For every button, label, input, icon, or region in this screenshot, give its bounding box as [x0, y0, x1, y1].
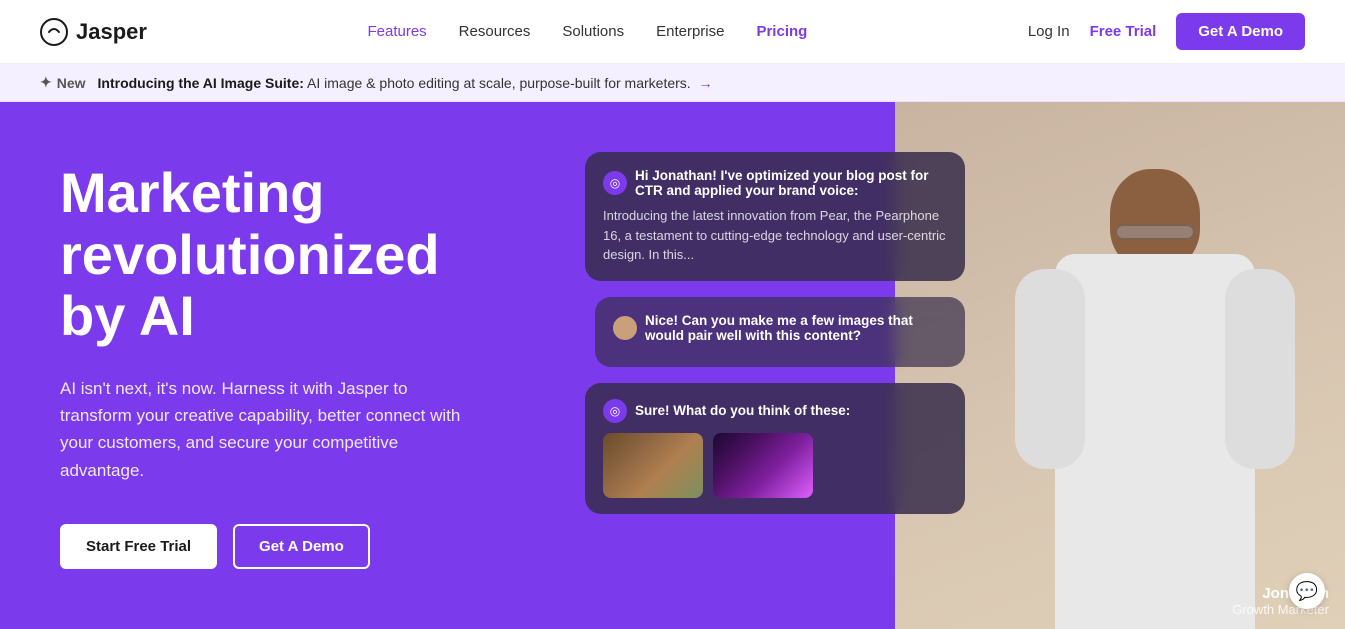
hero-subtitle: AI isn't next, it's now. Harness it with… [60, 375, 480, 484]
chat-bubble-1-title: Hi Jonathan! I've optimized your blog po… [635, 168, 947, 198]
chat-image-city [713, 433, 813, 498]
person-arm-right [1225, 269, 1295, 469]
navbar: Jasper Features Resources Solutions Ente… [0, 0, 1345, 64]
logo-text: Jasper [76, 19, 147, 45]
logo[interactable]: Jasper [40, 18, 147, 46]
hero-buttons: Start Free Trial Get A Demo [60, 524, 480, 569]
announcement-arrow: → [699, 75, 713, 91]
hero-section: Marketing revolutionized by AI AI isn't … [0, 102, 1345, 629]
hero-content: Marketing revolutionized by AI AI isn't … [0, 102, 540, 629]
hero-title: Marketing revolutionized by AI [60, 162, 480, 347]
jasper-ai-icon-2: ◎ [603, 399, 627, 423]
announcement-bar[interactable]: ✦ New Introducing the AI Image Suite: AI… [0, 64, 1345, 102]
chat-bubble-1: ◎ Hi Jonathan! I've optimized your blog … [585, 152, 965, 281]
chat-widget-button[interactable]: 💬 [1289, 573, 1325, 609]
chat-bubbles: ◎ Hi Jonathan! I've optimized your blog … [585, 132, 965, 514]
login-link[interactable]: Log In [1028, 23, 1070, 40]
get-demo-button[interactable]: Get A Demo [1176, 13, 1305, 50]
navbar-right: Log In Free Trial Get A Demo [1028, 13, 1305, 50]
announcement-new-badge: ✦ New [40, 74, 86, 91]
person-arm-left [1015, 269, 1085, 469]
person-figure [1005, 139, 1305, 629]
nav-link-features[interactable]: Features [367, 23, 426, 40]
nav-link-enterprise[interactable]: Enterprise [656, 23, 724, 40]
user-avatar [613, 316, 637, 340]
chat-bubble-1-header: ◎ Hi Jonathan! I've optimized your blog … [603, 168, 947, 198]
nav-link-pricing[interactable]: Pricing [756, 23, 807, 40]
chat-bubble-2-header: Nice! Can you make me a few images that … [613, 313, 947, 343]
chat-image-landscape [603, 433, 703, 498]
start-free-trial-button[interactable]: Start Free Trial [60, 524, 217, 569]
jasper-ai-icon: ◎ [603, 171, 627, 195]
person-glasses [1115, 224, 1195, 240]
announcement-text: Introducing the AI Image Suite: AI image… [98, 75, 713, 91]
chat-bubble-3: ◎ Sure! What do you think of these: [585, 383, 965, 514]
chat-images [603, 433, 947, 498]
free-trial-link[interactable]: Free Trial [1090, 23, 1157, 40]
hero-get-demo-button[interactable]: Get A Demo [233, 524, 370, 569]
chat-bubble-1-body: Introducing the latest innovation from P… [603, 206, 947, 265]
chat-bubble-2-title: Nice! Can you make me a few images that … [645, 313, 947, 343]
chat-bubble-3-title: Sure! What do you think of these: [635, 403, 850, 418]
nav-link-solutions[interactable]: Solutions [562, 23, 624, 40]
hero-right: ◎ Hi Jonathan! I've optimized your blog … [565, 102, 1345, 629]
chat-bubble-2: Nice! Can you make me a few images that … [595, 297, 965, 367]
chat-widget-icon: 💬 [1296, 581, 1318, 602]
sparkle-icon: ✦ [40, 74, 52, 91]
nav-link-resources[interactable]: Resources [459, 23, 531, 40]
logo-icon [40, 18, 68, 46]
chat-bubble-3-header: ◎ Sure! What do you think of these: [603, 399, 947, 423]
nav-links: Features Resources Solutions Enterprise … [367, 23, 807, 41]
